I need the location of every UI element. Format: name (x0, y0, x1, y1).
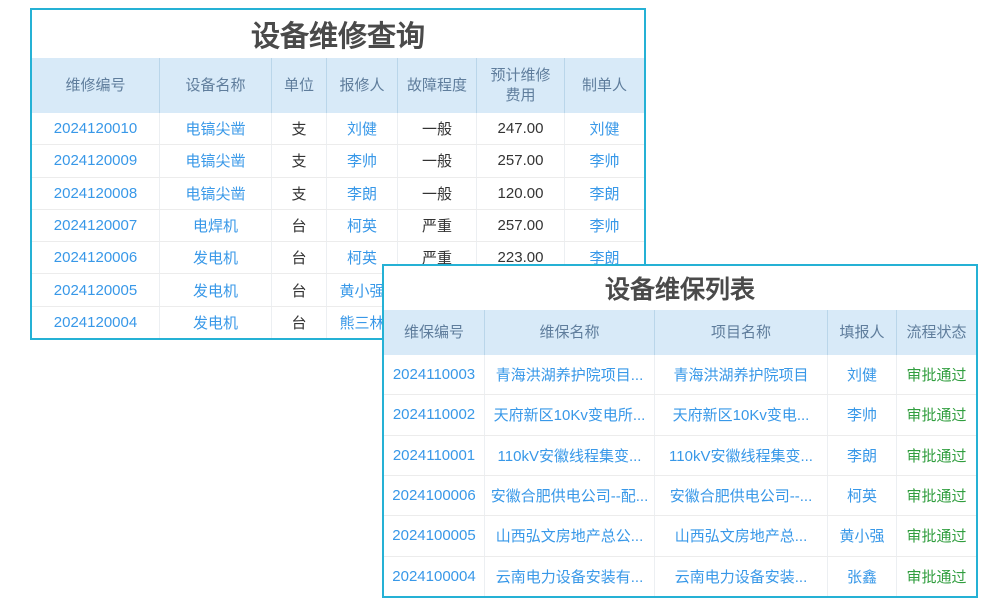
cell-device-name[interactable]: 发电机 (160, 242, 272, 273)
cell-device-name[interactable]: 电镐尖凿 (160, 178, 272, 209)
table-row: 2024110001 110kV安徽线程集变... 110kV安徽线程集变...… (384, 436, 976, 476)
column-header-repair-id: 维修编号 (32, 58, 160, 113)
cell-creator[interactable]: 刘健 (565, 113, 644, 144)
cell-reporter[interactable]: 刘健 (327, 113, 398, 144)
cell-project-name[interactable]: 天府新区10Kv变电... (655, 395, 828, 434)
cell-maintenance-id[interactable]: 2024100005 (384, 516, 485, 555)
repair-table-header: 维修编号 设备名称 单位 报修人 故障程度 预计维修费用 制单人 (32, 58, 644, 113)
cell-creator[interactable]: 李帅 (565, 145, 644, 176)
table-row: 2024100004 云南电力设备安装有... 云南电力设备安装... 张鑫 审… (384, 557, 976, 596)
column-header-project-name: 项目名称 (655, 310, 828, 355)
cell-device-name[interactable]: 发电机 (160, 274, 272, 305)
cell-fault-level: 一般 (398, 178, 477, 209)
cell-unit: 支 (272, 178, 327, 209)
cell-repair-id[interactable]: 2024120010 (32, 113, 160, 144)
cell-device-name[interactable]: 电镐尖凿 (160, 145, 272, 176)
cell-maintenance-id[interactable]: 2024100004 (384, 557, 485, 596)
cell-filler[interactable]: 刘健 (828, 355, 897, 394)
cell-reporter[interactable]: 李朗 (327, 178, 398, 209)
cell-device-name[interactable]: 电镐尖凿 (160, 113, 272, 144)
cell-maintenance-id[interactable]: 2024110001 (384, 436, 485, 475)
cell-unit: 台 (272, 242, 327, 273)
column-header-creator: 制单人 (565, 58, 644, 113)
cell-fault-level: 一般 (398, 113, 477, 144)
cell-unit: 支 (272, 113, 327, 144)
cell-filler[interactable]: 李朗 (828, 436, 897, 475)
maintenance-table-header: 维保编号 维保名称 项目名称 填报人 流程状态 (384, 310, 976, 355)
table-row: 2024120010 电镐尖凿 支 刘健 一般 247.00 刘健 (32, 113, 644, 145)
cell-estimated-cost: 247.00 (477, 113, 565, 144)
column-header-device-name: 设备名称 (160, 58, 272, 113)
cell-estimated-cost: 257.00 (477, 145, 565, 176)
cell-project-name[interactable]: 110kV安徽线程集变... (655, 436, 828, 475)
cell-filler[interactable]: 张鑫 (828, 557, 897, 596)
column-header-filler: 填报人 (828, 310, 897, 355)
cell-flow-status: 审批通过 (897, 395, 976, 434)
column-header-flow-status: 流程状态 (897, 310, 976, 355)
maintenance-panel-title: 设备维保列表 (384, 266, 976, 310)
maintenance-list-panel: 设备维保列表 维保编号 维保名称 项目名称 填报人 流程状态 202411000… (382, 264, 978, 598)
cell-project-name[interactable]: 安徽合肥供电公司--... (655, 476, 828, 515)
maintenance-table-body: 2024110003 青海洪湖养护院项目... 青海洪湖养护院项目 刘健 审批通… (384, 355, 976, 596)
column-header-maintenance-id: 维保编号 (384, 310, 485, 355)
cell-flow-status: 审批通过 (897, 516, 976, 555)
cell-repair-id[interactable]: 2024120005 (32, 274, 160, 305)
column-header-maintenance-name: 维保名称 (485, 310, 655, 355)
cell-device-name[interactable]: 电焊机 (160, 210, 272, 241)
cell-filler[interactable]: 李帅 (828, 395, 897, 434)
cell-project-name[interactable]: 青海洪湖养护院项目 (655, 355, 828, 394)
cell-creator[interactable]: 李帅 (565, 210, 644, 241)
cell-repair-id[interactable]: 2024120007 (32, 210, 160, 241)
cell-flow-status: 审批通过 (897, 355, 976, 394)
cell-unit: 台 (272, 274, 327, 305)
cell-filler[interactable]: 黄小强 (828, 516, 897, 555)
cell-repair-id[interactable]: 2024120006 (32, 242, 160, 273)
table-row: 2024120009 电镐尖凿 支 李帅 一般 257.00 李帅 (32, 145, 644, 177)
cell-maintenance-name[interactable]: 安徽合肥供电公司--配... (485, 476, 655, 515)
table-row: 2024120008 电镐尖凿 支 李朗 一般 120.00 李朗 (32, 178, 644, 210)
cell-fault-level: 一般 (398, 145, 477, 176)
cell-flow-status: 审批通过 (897, 557, 976, 596)
cell-estimated-cost: 257.00 (477, 210, 565, 241)
cell-maintenance-id[interactable]: 2024110003 (384, 355, 485, 394)
cell-maintenance-name[interactable]: 110kV安徽线程集变... (485, 436, 655, 475)
column-header-fault-level: 故障程度 (398, 58, 477, 113)
cell-device-name[interactable]: 发电机 (160, 307, 272, 338)
table-row: 2024120007 电焊机 台 柯英 严重 257.00 李帅 (32, 210, 644, 242)
column-header-reporter: 报修人 (327, 58, 398, 113)
cell-repair-id[interactable]: 2024120004 (32, 307, 160, 338)
table-row: 2024110002 天府新区10Kv变电所... 天府新区10Kv变电... … (384, 395, 976, 435)
cell-repair-id[interactable]: 2024120009 (32, 145, 160, 176)
table-row: 2024100006 安徽合肥供电公司--配... 安徽合肥供电公司--... … (384, 476, 976, 516)
cell-maintenance-name[interactable]: 天府新区10Kv变电所... (485, 395, 655, 434)
cell-reporter[interactable]: 李帅 (327, 145, 398, 176)
cell-unit: 支 (272, 145, 327, 176)
column-header-estimated-cost: 预计维修费用 (477, 58, 565, 113)
cell-filler[interactable]: 柯英 (828, 476, 897, 515)
cell-maintenance-name[interactable]: 山西弘文房地产总公... (485, 516, 655, 555)
cell-flow-status: 审批通过 (897, 476, 976, 515)
cell-estimated-cost: 120.00 (477, 178, 565, 209)
cell-repair-id[interactable]: 2024120008 (32, 178, 160, 209)
column-header-unit: 单位 (272, 58, 327, 113)
repair-panel-title: 设备维修查询 (32, 10, 644, 58)
table-row: 2024100005 山西弘文房地产总公... 山西弘文房地产总... 黄小强 … (384, 516, 976, 556)
cell-reporter[interactable]: 柯英 (327, 210, 398, 241)
cell-project-name[interactable]: 云南电力设备安装... (655, 557, 828, 596)
cell-maintenance-id[interactable]: 2024110002 (384, 395, 485, 434)
cell-project-name[interactable]: 山西弘文房地产总... (655, 516, 828, 555)
cell-maintenance-name[interactable]: 青海洪湖养护院项目... (485, 355, 655, 394)
cell-maintenance-id[interactable]: 2024100006 (384, 476, 485, 515)
cell-flow-status: 审批通过 (897, 436, 976, 475)
cell-fault-level: 严重 (398, 210, 477, 241)
cell-unit: 台 (272, 210, 327, 241)
cell-unit: 台 (272, 307, 327, 338)
cell-maintenance-name[interactable]: 云南电力设备安装有... (485, 557, 655, 596)
cell-creator[interactable]: 李朗 (565, 178, 644, 209)
table-row: 2024110003 青海洪湖养护院项目... 青海洪湖养护院项目 刘健 审批通… (384, 355, 976, 395)
